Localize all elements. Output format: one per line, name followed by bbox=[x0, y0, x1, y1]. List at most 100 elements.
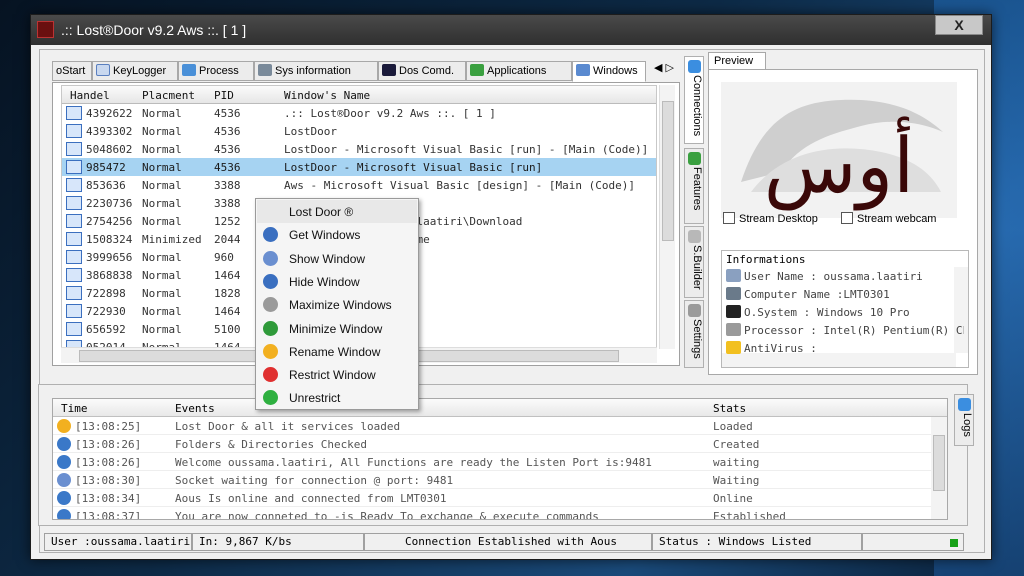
main-tabs: oStart KeyLogger Process Sys information… bbox=[52, 61, 684, 82]
event-event: Folders & Directories Checked bbox=[175, 438, 368, 451]
tab-connections[interactable]: Connections bbox=[684, 56, 704, 144]
tab-s-builder[interactable]: S.Builder bbox=[684, 226, 704, 298]
cell-placement: Normal bbox=[142, 143, 182, 156]
event-event: Lost Door & all it services loaded bbox=[175, 420, 401, 433]
cell-pid: 1464 bbox=[214, 269, 241, 282]
cell-name: LostDoor bbox=[284, 125, 337, 138]
menu-item-get-windows[interactable]: Get Windows bbox=[257, 223, 417, 246]
cell-placement: Normal bbox=[142, 107, 182, 120]
scroll-thumb[interactable] bbox=[662, 101, 674, 241]
tab-dos-command[interactable]: Dos Comd. bbox=[378, 61, 466, 81]
cell-placement: Normal bbox=[142, 197, 182, 210]
tab-sys-information[interactable]: Sys information bbox=[254, 61, 378, 81]
event-row[interactable]: [13:08:26] Welcome oussama.laatiri, All F… bbox=[53, 453, 931, 471]
menu-item-label: Rename Window bbox=[289, 344, 381, 359]
menu-item-hide-window[interactable]: Hide Window bbox=[257, 270, 417, 293]
builder-icon bbox=[688, 230, 701, 243]
tab-applications[interactable]: Applications bbox=[466, 61, 572, 81]
window-icon bbox=[66, 178, 82, 192]
col-pid[interactable]: PID bbox=[214, 89, 234, 102]
cell-handle: 853636 bbox=[86, 179, 126, 192]
context-menu: Lost Door ® Get Windows Show Window Hide Wi… bbox=[255, 198, 419, 410]
computer-icon bbox=[726, 287, 741, 300]
cell-pid: 2044 bbox=[214, 233, 241, 246]
cell-placement: Normal bbox=[142, 287, 182, 300]
event-time: [13:08:26] bbox=[75, 456, 142, 469]
tab-windows[interactable]: Windows bbox=[572, 61, 646, 82]
menu-item-rename-window[interactable]: Rename Window bbox=[257, 340, 417, 363]
menu-item-show-window[interactable]: Show Window bbox=[257, 247, 417, 270]
processor-icon bbox=[726, 323, 741, 336]
title-bar[interactable]: .:: Lost®Door v9.2 Aws ::. [ 1 ] X bbox=[31, 15, 991, 45]
show-window-icon bbox=[263, 250, 278, 266]
status-message: Status : Windows Listed bbox=[652, 533, 862, 551]
cell-placement: Normal bbox=[142, 125, 182, 138]
event-row[interactable]: [13:08:25] Lost Door & all it services lo… bbox=[53, 417, 931, 435]
col-handle[interactable]: Handel bbox=[70, 89, 110, 102]
menu-item-lost-door[interactable]: Lost Door ® bbox=[257, 200, 417, 223]
event-row[interactable]: [13:08:26] Folders & Directories Checked C… bbox=[53, 435, 931, 453]
tab-start[interactable]: oStart bbox=[52, 61, 92, 81]
event-time: [13:08:26] bbox=[75, 438, 142, 451]
cell-name: .:: Lost®Door v9.2 Aws ::. [ 1 ] bbox=[284, 107, 496, 120]
menu-item-unrestrict[interactable]: Unrestrict bbox=[257, 386, 417, 409]
informations-list[interactable]: Informations User Name : oussama.laatiri… bbox=[721, 250, 969, 368]
cell-handle: 5048602 bbox=[86, 143, 133, 156]
info-text: AntiVirus : bbox=[744, 342, 817, 355]
window-icon bbox=[66, 268, 82, 282]
table-row[interactable]: 853636 Normal 3388 Aws - Microsoft Visual B… bbox=[62, 176, 656, 194]
info-row: Processor : Intel(R) Pentium(R) CF bbox=[724, 321, 964, 339]
stream-desktop-checkbox[interactable]: Stream Desktop bbox=[723, 212, 818, 225]
tab-features[interactable]: Features bbox=[684, 148, 704, 224]
event-row[interactable]: [13:08:34] Aous Is online and connected f… bbox=[53, 489, 931, 507]
minimize-icon bbox=[263, 320, 278, 336]
maximize-icon bbox=[263, 297, 278, 313]
table-row[interactable]: 4392622 Normal 4536 .:: Lost®Door v9.2 Aws … bbox=[62, 104, 656, 122]
event-event: Welcome oussama.laatiri, All Functions a… bbox=[175, 456, 652, 469]
col-events[interactable]: Events bbox=[175, 402, 215, 415]
menu-item-minimize-window[interactable]: Minimize Window bbox=[257, 317, 417, 340]
hide-window-icon bbox=[263, 273, 278, 289]
event-stat: Waiting bbox=[713, 474, 760, 487]
restrict-icon bbox=[263, 367, 278, 383]
events-vertical-scrollbar[interactable] bbox=[931, 417, 947, 519]
status-speed: In: 9,867 K/bs bbox=[192, 533, 364, 551]
event-time: [13:08:37] bbox=[75, 510, 142, 520]
menu-item-restrict-window[interactable]: Restrict Window bbox=[257, 363, 417, 386]
tab-logs[interactable]: Logs bbox=[954, 394, 974, 446]
tab-settings[interactable]: Settings bbox=[684, 300, 704, 368]
menu-item-maximize-windows[interactable]: Maximize Windows bbox=[257, 293, 417, 316]
table-row[interactable]: 985472 Normal 4536 LostDoor - Microsoft Vis… bbox=[62, 158, 656, 176]
tab-preview[interactable]: Preview bbox=[708, 52, 766, 70]
tab-keylogger[interactable]: KeyLogger bbox=[92, 61, 178, 81]
event-event: You are now conneted to -is Ready To exc… bbox=[175, 510, 599, 520]
stream-webcam-checkbox[interactable]: Stream webcam bbox=[841, 212, 936, 225]
cell-placement: Normal bbox=[142, 161, 182, 174]
informations-title: Informations bbox=[726, 253, 806, 266]
event-row[interactable]: [13:08:30] Socket waiting for connection … bbox=[53, 471, 931, 489]
cell-pid: 4536 bbox=[214, 161, 241, 174]
table-row[interactable]: 4393302 Normal 4536 LostDoor bbox=[62, 122, 656, 140]
cell-handle: 722898 bbox=[86, 287, 126, 300]
cell-placement: Normal bbox=[142, 305, 182, 318]
computer-icon bbox=[258, 64, 272, 76]
cell-pid: 5100 bbox=[214, 323, 241, 336]
scroll-thumb[interactable] bbox=[933, 435, 945, 491]
event-row[interactable]: [13:08:37] You are now conneted to -is Re… bbox=[53, 507, 931, 520]
cell-placement: Minimized bbox=[142, 233, 202, 246]
col-time[interactable]: Time bbox=[61, 402, 88, 415]
event-time: [13:08:25] bbox=[75, 420, 142, 433]
window-icon bbox=[66, 286, 82, 300]
applications-icon bbox=[470, 64, 484, 76]
status-bar: User :oussama.laatiri In: 9,867 K/bs Con… bbox=[38, 533, 968, 551]
col-window-name[interactable]: Window's Name bbox=[284, 89, 370, 102]
table-row[interactable]: 5048602 Normal 4536 LostDoor - Microsoft Vi… bbox=[62, 140, 656, 158]
col-stats[interactable]: Stats bbox=[713, 402, 746, 415]
tab-process[interactable]: Process bbox=[178, 61, 254, 81]
close-button[interactable]: X bbox=[935, 15, 983, 35]
info-text: O.System : Windows 10 Pro bbox=[744, 306, 910, 319]
col-placement[interactable]: Placment bbox=[142, 89, 195, 102]
list-vertical-scrollbar[interactable] bbox=[659, 85, 675, 349]
events-list[interactable]: Time Events Stats [13:08:25] Lost Door & … bbox=[52, 398, 948, 520]
tab-scroll-arrows[interactable]: ◀ ▷ bbox=[654, 61, 674, 74]
